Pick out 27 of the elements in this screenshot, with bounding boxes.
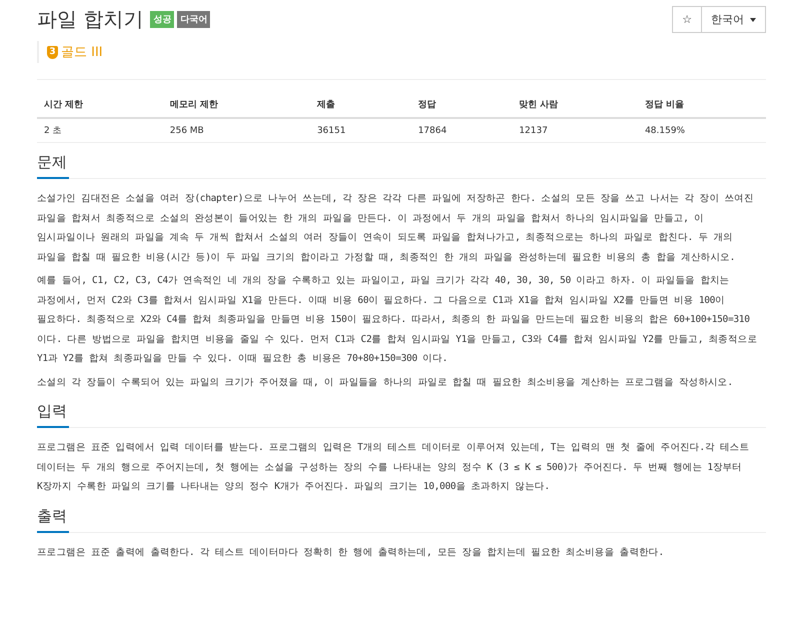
column-header: 맞힌 사람 (512, 92, 638, 118)
table-cell: 2 초 (37, 118, 163, 142)
table-cell: 17864 (411, 118, 512, 142)
paragraph: 소설가인 김대전은 소설을 여러 장(chapter)으로 나누어 쓰는데, 각 장은 각각 다른 파일에 저장하곤 한다. 소설의 모든 장을 쓰고 나서는 각 장이 쓰여진 파일을 합쳐서 최종적으로 소설의 완성본이 들어있는 한 개의 파일을 만든다. 이 과정에서 두 개의 파일을 합쳐서 하나의 임시파일을 만들고, 이 임시파일이나 원래의 파일을 계속 두 개씩 합쳐서 소설의 여러 장들이 연속이 되도록 파일을 합쳐나가고, 최종적으로는 하나의 파일로 합친다. 두 개의 파일을 합칠 때 필요한 비용(시간 등)이 두 파일 크기의 합이라고 가정할 때, 최종적인 한 개의 파일을 완성하는데 필요한 비용의 총 합을 계산하시오. (37, 192, 755, 264)
problem-title: 파일 합치기 (37, 6, 144, 33)
status-label: 다국어 (177, 11, 210, 28)
section-heading: 문제 (37, 153, 766, 179)
table-cell: 256 MB (162, 118, 310, 142)
table-cell: 48.159% (638, 118, 766, 142)
section-heading: 입력 (37, 402, 766, 428)
paragraph: 소설의 각 장들이 수록되어 있는 파일의 크기가 주어졌을 때, 이 파일들을 하나의 파일로 합칠 때 필요한 최소비용을 계산하는 프로그램을 작성하시오. (37, 376, 734, 390)
tier-badge-icon: 3 (47, 46, 58, 58)
paragraph: 프로그램은 표준 입력에서 입력 데이터를 받는다. 프로그램의 입력은 T개의 테스트 데이터로 이루어져 있는데, T는 입력의 맨 첫 줄에 주어진다.각 테스트 데이터는 두 개의 행으로 주어지는데, 첫 행에는 소설을 구성하는 장의 수를 나타내는 양의 정수 K (3 ≤ K ≤ 500)가 주어진다. 두 번째 행에는 1장부터 K장까지 수록한 파일의 크기를 나타내는 양의 정수 K개가 주어진다. 파일의 크기는 10,000을 초과하지 않는다. (37, 441, 750, 494)
caret-icon (750, 18, 756, 22)
table-cell: 12137 (512, 118, 638, 142)
status-label: 성공 (150, 11, 174, 28)
column-header: 메모리 제한 (162, 92, 310, 118)
star-button[interactable]: ☆ (672, 6, 701, 33)
paragraph: 프로그램은 표준 출력에 출력한다. 각 테스트 데이터마다 정확히 한 행에 출력하는데, 모든 장을 합치는데 필요한 최소비용을 출력한다. (37, 546, 665, 560)
column-header: 정답 비율 (638, 92, 766, 118)
column-header: 시간 제한 (37, 92, 163, 118)
paragraph: 예를 들어, C1, C2, C3, C4가 연속적인 네 개의 장을 수록하고 있는 파일이고, 파일 크기가 각각 40, 30, 30, 50 이라고 하자. 이 파일들을 합치는 과정에서, 먼저 C2와 C3를 합쳐서 임시파일 X1을 만든다. 이때 비용 60이 필요하다. 그 다음으로 C1과 X1을 합쳐 임시파일 X2를 만들면 비용 100이 필요하다. 최종적으로 X2와 C4를 합쳐 최종파일을 만들면 비용 150이 필요하다. 따라서, 최종의 한 파일을 만드는데 필요한 비용의 합은 60+100+150=310 이다. 다른 방법으로 파일을 합치면 비용을 줄일 수 있다. 먼저 C1과 C2를 합쳐 임시파일 Y1을 만들고, C3와 C4를 합쳐 임시파일 Y2를 만들고, 최종적으로 Y1과 Y2를 합쳐 최종파일을 만들 수 있다. 이때 필요한 총 비용은 70+80+150=300 이다. (37, 274, 758, 366)
column-header: 정답 (411, 92, 512, 118)
language-dropdown[interactable]: 한국어 (701, 6, 766, 33)
table-cell: 36151 (310, 118, 412, 142)
section-heading: 출력 (37, 506, 766, 532)
column-header: 제출 (310, 92, 412, 118)
